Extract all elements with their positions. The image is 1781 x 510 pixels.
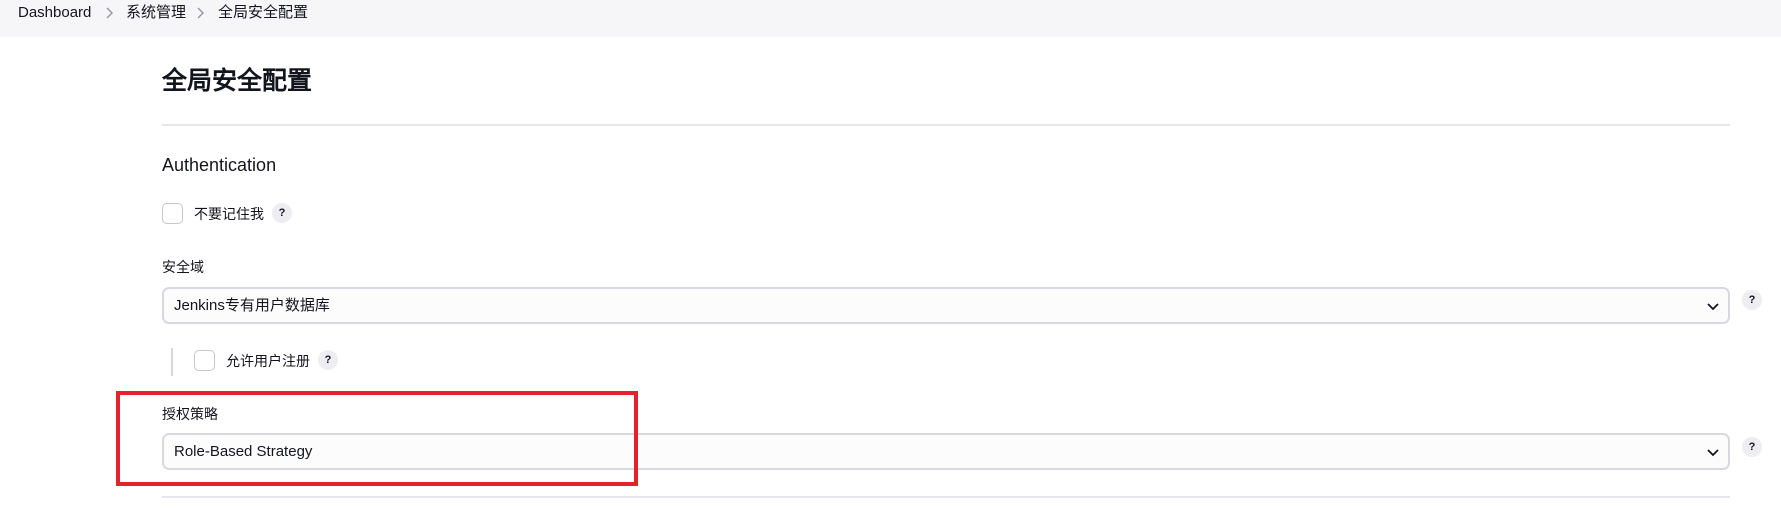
help-icon[interactable]: ? [1742,437,1762,457]
remember-me-label[interactable]: 不要记住我 [194,205,264,223]
chevron-right-icon [102,6,116,20]
page-title: 全局安全配置 [162,67,313,95]
chevron-down-icon [1706,445,1720,459]
help-icon[interactable]: ? [1742,290,1762,310]
nested-indent-bar [171,348,173,376]
security-realm-label: 安全域 [162,259,204,275]
authentication-section-title: Authentication [162,155,277,175]
allow-signup-label[interactable]: 允许用户注册 [226,352,310,370]
breadcrumb: Dashboard 系统管理 全局安全配置 [0,0,1781,37]
security-realm-selected-value: Jenkins专有用户数据库 [174,297,330,314]
security-realm-select[interactable]: Jenkins专有用户数据库 [162,287,1730,324]
remember-me-checkbox[interactable] [162,203,183,224]
breadcrumb-global-security-link[interactable]: 全局安全配置 [218,4,308,22]
bottom-divider [162,496,1730,498]
chevron-right-icon [193,6,207,20]
help-icon[interactable]: ? [318,350,338,370]
chevron-down-icon [1706,299,1720,313]
breadcrumb-system-admin-link[interactable]: 系统管理 [126,4,186,22]
breadcrumb-dashboard-link[interactable]: Dashboard [18,4,91,22]
allow-signup-checkbox[interactable] [194,350,215,371]
help-icon[interactable]: ? [272,203,292,223]
title-divider [162,124,1730,126]
annotation-highlight-box [116,391,638,486]
